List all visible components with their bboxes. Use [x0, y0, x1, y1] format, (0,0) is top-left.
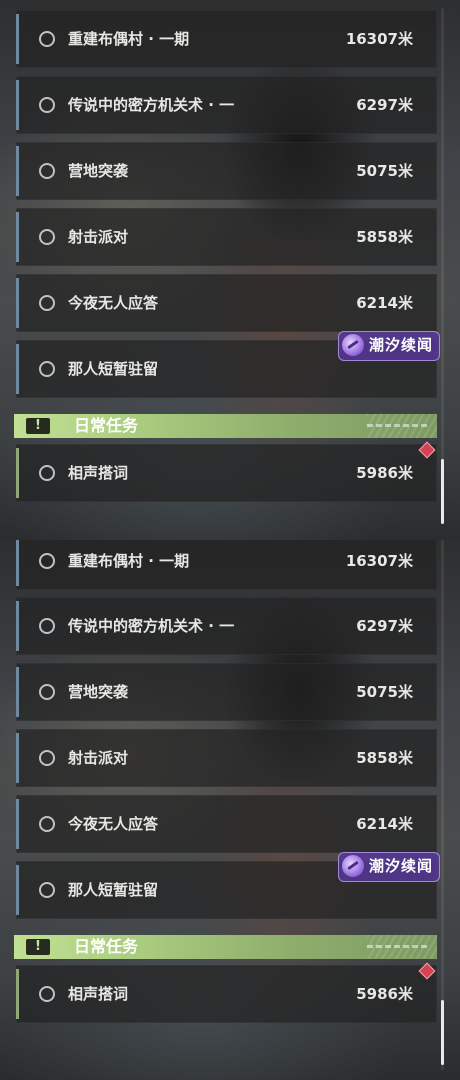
- quest-row[interactable]: 重建布偶村 · 一期 16307米: [16, 540, 437, 590]
- quest-accent-bar: [16, 278, 19, 328]
- quest-row[interactable]: 射击派对 5858米: [16, 729, 437, 787]
- quest-distance: 6214米: [356, 815, 413, 833]
- quest-row[interactable]: 今夜无人应答 6214米: [16, 274, 437, 332]
- quest-title: 营地突袭: [68, 162, 129, 180]
- exclamation-icon: !: [26, 418, 50, 434]
- circle-icon: [39, 553, 55, 569]
- circle-icon: [39, 618, 55, 634]
- quest-title: 射击派对: [68, 228, 129, 246]
- section-title: 日常任务: [74, 416, 139, 435]
- quest-accent-bar: [16, 667, 19, 717]
- exclamation-icon: !: [26, 939, 50, 955]
- circle-icon: [39, 750, 55, 766]
- quest-distance: 16307米: [345, 30, 413, 48]
- section-title: 日常任务: [74, 937, 139, 956]
- quest-title: 射击派对: [68, 749, 129, 767]
- quest-accent-bar: [16, 799, 19, 849]
- circle-icon: [39, 229, 55, 245]
- quest-accent-bar: [16, 14, 19, 64]
- quest-distance: 6297米: [356, 96, 413, 114]
- quest-distance: 16307米: [345, 552, 413, 570]
- feather-icon: [342, 855, 364, 877]
- quest-title: 重建布偶村 · 一期: [68, 552, 190, 570]
- circle-icon: [39, 684, 55, 700]
- quest-distance: 6297米: [356, 617, 413, 635]
- quest-title: 今夜无人应答: [68, 815, 159, 833]
- quest-accent-bar: [16, 969, 19, 1019]
- watermark-logo: 潮汐续闻: [338, 331, 440, 361]
- quest-row[interactable]: 今夜无人应答 6214米: [16, 795, 437, 853]
- quest-distance: 5858米: [356, 749, 413, 767]
- quest-title: 今夜无人应答: [68, 294, 159, 312]
- circle-icon: [39, 97, 55, 113]
- quest-accent-bar: [16, 601, 19, 651]
- quest-title: 传说中的密方机关术 · 一: [68, 96, 235, 114]
- circle-icon: [39, 986, 55, 1002]
- quest-distance: 6214米: [356, 294, 413, 312]
- daily-quest-header[interactable]: ! 日常任务: [14, 414, 437, 438]
- quest-title: 相声搭词: [68, 985, 129, 1003]
- feather-icon: [342, 334, 364, 356]
- daily-quest-header[interactable]: ! 日常任务: [14, 935, 437, 959]
- quest-row[interactable]: 传说中的密方机关术 · 一 6297米: [16, 76, 437, 134]
- daily-quest-row[interactable]: 相声搭词 5986米: [16, 965, 437, 1023]
- quest-distance: 5986米: [356, 464, 413, 482]
- quest-accent-bar: [16, 212, 19, 262]
- quest-accent-bar: [16, 344, 19, 394]
- scrollbar-track[interactable]: [441, 540, 444, 1070]
- scrollbar-thumb[interactable]: [441, 459, 444, 524]
- quest-distance: 5075米: [356, 162, 413, 180]
- daily-quest-row[interactable]: 相声搭词 5986米: [16, 444, 437, 502]
- circle-icon: [39, 816, 55, 832]
- circle-icon: [39, 31, 55, 47]
- quest-distance: 5075米: [356, 683, 413, 701]
- scrollbar-thumb[interactable]: [441, 1000, 444, 1065]
- quest-title: 重建布偶村 · 一期: [68, 30, 190, 48]
- quest-title: 营地突袭: [68, 683, 129, 701]
- quest-row[interactable]: 传说中的密方机关术 · 一 6297米: [16, 597, 437, 655]
- circle-icon: [39, 361, 55, 377]
- quest-distance: 5858米: [356, 228, 413, 246]
- quest-title: 那人短暂驻留: [68, 360, 159, 378]
- watermark-text: 潮汐续闻: [369, 336, 434, 354]
- quest-title: 传说中的密方机关术 · 一: [68, 617, 235, 635]
- quest-accent-bar: [16, 80, 19, 130]
- quest-accent-bar: [16, 448, 19, 498]
- quest-title: 那人短暂驻留: [68, 881, 159, 899]
- circle-icon: [39, 295, 55, 311]
- quest-distance: 5986米: [356, 985, 413, 1003]
- quest-accent-bar: [16, 540, 19, 586]
- quest-panel-top: 重建布偶村 · 一期 16307米 传说中的密方机关术 · 一 6297米 营地…: [0, 0, 460, 540]
- quest-row[interactable]: 营地突袭 5075米: [16, 142, 437, 200]
- watermark-logo: 潮汐续闻: [338, 852, 440, 882]
- circle-icon: [39, 882, 55, 898]
- quest-accent-bar: [16, 146, 19, 196]
- quest-accent-bar: [16, 865, 19, 915]
- circle-icon: [39, 163, 55, 179]
- quest-row[interactable]: 营地突袭 5075米: [16, 663, 437, 721]
- quest-row[interactable]: 重建布偶村 · 一期 16307米: [16, 10, 437, 68]
- quest-accent-bar: [16, 733, 19, 783]
- quest-row[interactable]: 射击派对 5858米: [16, 208, 437, 266]
- quest-title: 相声搭词: [68, 464, 129, 482]
- watermark-text: 潮汐续闻: [369, 857, 434, 875]
- circle-icon: [39, 465, 55, 481]
- scrollbar-track[interactable]: [441, 8, 444, 524]
- quest-panel-bottom: 重建布偶村 · 一期 16307米 传说中的密方机关术 · 一 6297米 营地…: [0, 540, 460, 1080]
- header-decoration-line: [367, 424, 427, 427]
- header-decoration-line: [367, 945, 427, 948]
